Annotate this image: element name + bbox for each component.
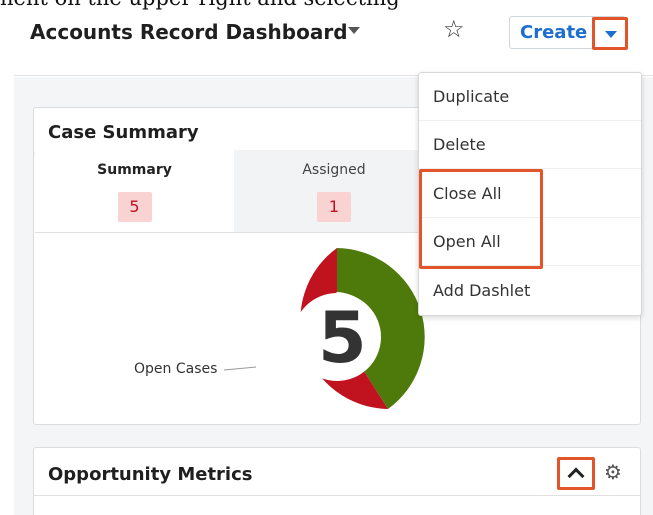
chart-total: 5 [318, 297, 367, 379]
caret-down-icon[interactable] [348, 27, 360, 34]
chevron-up-icon [567, 467, 585, 485]
dashlet-title: Opportunity Metrics [48, 464, 253, 485]
create-dropdown-toggle[interactable] [592, 17, 628, 50]
menu-item-duplicate[interactable]: Duplicate [419, 73, 641, 121]
dashlet-header-divider [34, 495, 640, 496]
create-button[interactable]: Create [520, 22, 587, 43]
menu-item-add-dashlet[interactable]: Add Dashlet [419, 267, 641, 315]
page-caption: hent on the upper-right and selecting " [0, 0, 653, 10]
caret-down-icon [605, 31, 617, 38]
menu-item-delete[interactable]: Delete [419, 121, 641, 169]
legend-label: Open Cases [134, 361, 218, 377]
collapse-dashlet-button[interactable] [557, 457, 595, 490]
star-outline-icon[interactable]: ☆ [443, 15, 465, 43]
legend-leader-line [223, 366, 257, 371]
opportunity-metrics-dashlet: Opportunity Metrics [33, 447, 641, 515]
dashboard-title[interactable]: Accounts Record Dashboard [30, 20, 348, 44]
highlight-close-open-all [419, 169, 543, 269]
gear-icon[interactable]: ⚙ [604, 460, 622, 484]
